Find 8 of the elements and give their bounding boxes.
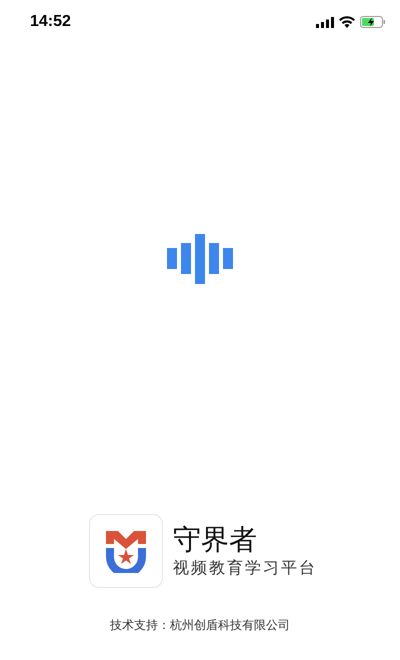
- loading-bars-icon: [167, 234, 233, 284]
- signal-icon: [316, 16, 334, 28]
- app-name: 守界者: [173, 523, 258, 557]
- battery-charging-icon: [360, 16, 386, 28]
- status-time: 14:52: [30, 12, 71, 32]
- wifi-icon: [339, 16, 355, 28]
- footer-credit: 技术支持：杭州创盾科技有限公司: [110, 617, 290, 634]
- app-tagline: 视频教育学习平台: [173, 558, 317, 579]
